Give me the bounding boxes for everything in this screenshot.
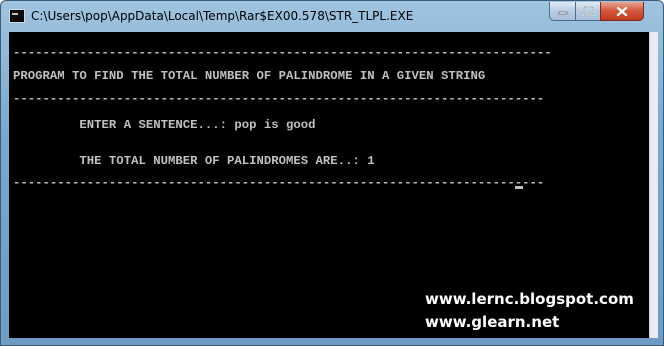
separator-line: ----------------------------------------…: [13, 92, 545, 106]
maximize-icon: [582, 6, 594, 16]
minimize-button[interactable]: [549, 2, 576, 21]
console-window: C:\Users\pop\AppData\Local\Temp\Rar$EX00…: [0, 0, 664, 346]
watermark-blog: www.lernc.blogspot.com: [425, 290, 634, 308]
vertical-scrollbar[interactable]: [649, 32, 658, 338]
result-line: THE TOTAL NUMBER OF PALINDROMES ARE..: 1: [13, 154, 375, 168]
close-button[interactable]: [600, 2, 644, 21]
separator-line: ----------------------------------------…: [13, 176, 545, 190]
maximize-button[interactable]: [575, 2, 601, 21]
minimize-icon: [558, 11, 567, 15]
input-prompt: ENTER A SENTENCE...: pop is good: [13, 118, 316, 132]
separator-line: ----------------------------------------…: [13, 46, 552, 60]
console-icon[interactable]: [9, 9, 25, 23]
close-icon: [616, 6, 628, 16]
watermark-site: www.glearn.net: [425, 313, 560, 331]
console-output[interactable]: ----------------------------------------…: [9, 32, 649, 338]
program-heading: PROGRAM TO FIND THE TOTAL NUMBER OF PALI…: [13, 69, 486, 83]
title-bar[interactable]: C:\Users\pop\AppData\Local\Temp\Rar$EX00…: [1, 1, 663, 31]
text-cursor: [515, 186, 523, 189]
window-title: C:\Users\pop\AppData\Local\Temp\Rar$EX00…: [31, 9, 414, 23]
